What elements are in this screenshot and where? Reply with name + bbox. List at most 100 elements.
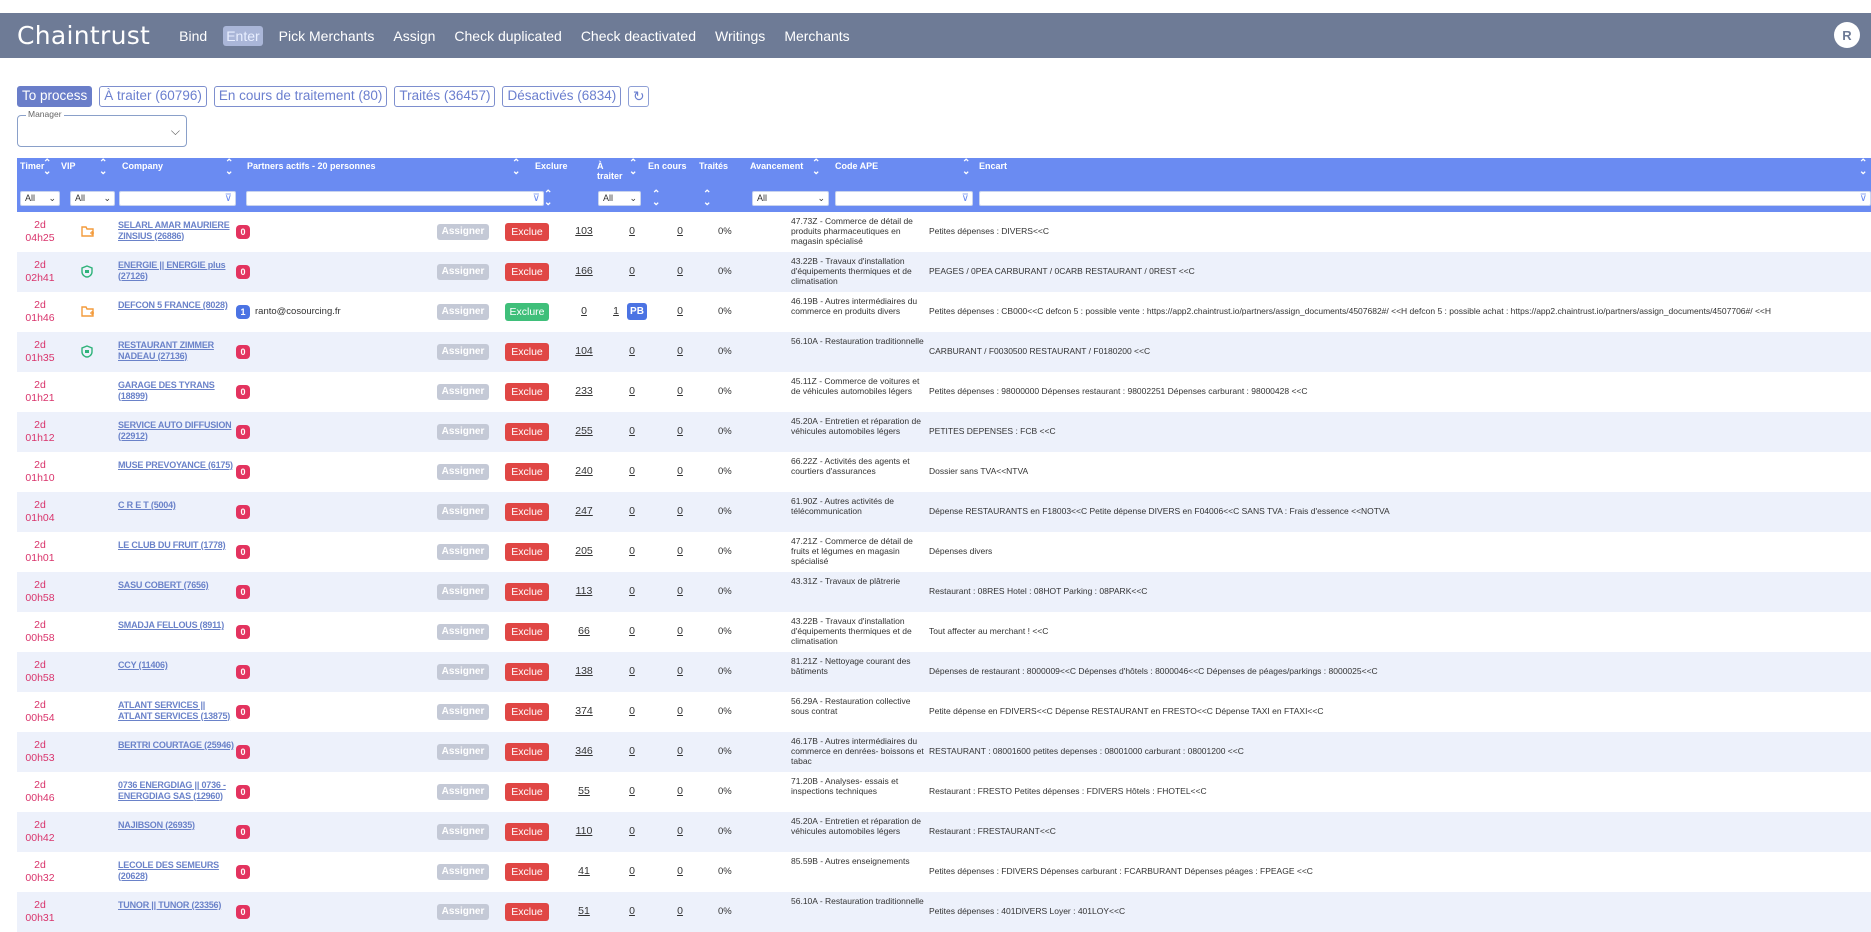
- nav-check-deactivated[interactable]: Check deactivated: [578, 26, 699, 46]
- a-traiter-count[interactable]: 240: [566, 465, 602, 477]
- assign-button[interactable]: Assigner: [437, 424, 489, 440]
- brand-logo[interactable]: Chaintrust: [17, 21, 150, 50]
- nav-pick-merchants[interactable]: Pick Merchants: [276, 26, 378, 46]
- nav-enter[interactable]: Enter: [223, 25, 263, 46]
- sort-icon[interactable]: ⌃ ⌄: [962, 159, 970, 177]
- encart-filter[interactable]: ⊽: [979, 191, 1871, 206]
- exclude-button[interactable]: Exclue: [505, 703, 549, 721]
- a-traiter-count[interactable]: 104: [566, 345, 602, 357]
- exclude-button[interactable]: Exclue: [505, 223, 549, 241]
- assign-button[interactable]: Assigner: [437, 624, 489, 640]
- avancement-filter[interactable]: All ⌄: [752, 191, 829, 206]
- en-cours-count[interactable]: 0: [616, 865, 648, 877]
- a-traiter-count[interactable]: 0: [566, 305, 602, 317]
- nav-check-duplicated[interactable]: Check duplicated: [451, 26, 564, 46]
- partners-filter[interactable]: ⊽: [246, 191, 544, 206]
- en-cours-count[interactable]: 0: [616, 385, 648, 397]
- company-link[interactable]: SELARL AMAR MAURIERE ZINSIUS (26886): [118, 220, 236, 241]
- a-traiter-count[interactable]: 110: [566, 825, 602, 837]
- traites-count[interactable]: 0: [667, 905, 693, 917]
- timer-filter[interactable]: All ⌄: [20, 191, 60, 206]
- company-link[interactable]: C R E T (5004): [118, 500, 236, 511]
- sort-icon[interactable]: ⌃ ⌄: [629, 159, 637, 177]
- traites-count[interactable]: 0: [667, 545, 693, 557]
- traites-count[interactable]: 0: [667, 505, 693, 517]
- assign-button[interactable]: Assigner: [437, 344, 489, 360]
- en-cours-count[interactable]: 0: [616, 665, 648, 677]
- company-link[interactable]: LE CLUB DU FRUIT (1778): [118, 540, 236, 551]
- a-traiter-count[interactable]: 41: [566, 865, 602, 877]
- company-link[interactable]: MUSE PREVOYANCE (6175): [118, 460, 236, 471]
- en-cours-count[interactable]: 0: [616, 625, 648, 637]
- col-traites[interactable]: Traités: [699, 161, 728, 171]
- sort-icon[interactable]: ⌃ ⌄: [652, 190, 660, 208]
- traites-count[interactable]: 0: [667, 305, 693, 317]
- en-cours-count[interactable]: 0: [616, 505, 648, 517]
- a-traiter-count[interactable]: 346: [566, 745, 602, 757]
- tab-to-process[interactable]: To process: [17, 86, 93, 107]
- sort-icon[interactable]: ⌃ ⌄: [43, 159, 51, 177]
- exclude-button[interactable]: Exclue: [505, 863, 549, 881]
- tab-traites[interactable]: Traités (36457): [394, 86, 496, 107]
- en-cours-count[interactable]: 0: [616, 785, 648, 797]
- col-timer[interactable]: Timer: [20, 161, 44, 171]
- assign-button[interactable]: Assigner: [437, 504, 489, 520]
- a-traiter-count[interactable]: 205: [566, 545, 602, 557]
- assign-button[interactable]: Assigner: [437, 784, 489, 800]
- sort-icon[interactable]: ⌃ ⌄: [512, 159, 520, 177]
- company-link[interactable]: CCY (11406): [118, 660, 236, 671]
- tab-a-traiter[interactable]: À traiter (60796): [99, 86, 207, 107]
- a-traiter-count[interactable]: 233: [566, 385, 602, 397]
- company-link[interactable]: SMADJA FELLOUS (8911): [118, 620, 236, 631]
- company-link[interactable]: BERTRI COURTAGE (25946): [118, 740, 236, 751]
- exclude-button[interactable]: Exclue: [505, 583, 549, 601]
- assign-button[interactable]: Assigner: [437, 584, 489, 600]
- assign-button[interactable]: Assigner: [437, 824, 489, 840]
- traites-count[interactable]: 0: [667, 465, 693, 477]
- en-cours-count[interactable]: 0: [616, 705, 648, 717]
- company-link[interactable]: ENERGIE || ENERGIE plus (27126): [118, 260, 236, 281]
- company-link[interactable]: TUNOR || TUNOR (23356): [118, 900, 236, 911]
- exclude-button[interactable]: Exclue: [505, 383, 549, 401]
- a-traiter-count[interactable]: 103: [566, 225, 602, 237]
- assign-button[interactable]: Assigner: [437, 904, 489, 920]
- nav-bind[interactable]: Bind: [176, 26, 210, 46]
- a-traiter-filter[interactable]: All ⌄: [598, 191, 641, 206]
- tab-en-cours[interactable]: En cours de traitement (80): [213, 86, 388, 107]
- exclude-button[interactable]: Exclure: [505, 303, 549, 321]
- exclude-button[interactable]: Exclue: [505, 503, 549, 521]
- a-traiter-count[interactable]: 55: [566, 785, 602, 797]
- en-cours-count[interactable]: 0: [616, 345, 648, 357]
- nav-merchants[interactable]: Merchants: [781, 26, 852, 46]
- nav-assign[interactable]: Assign: [390, 26, 438, 46]
- assign-button[interactable]: Assigner: [437, 744, 489, 760]
- col-partners[interactable]: Partners actifs - 20 personnes: [247, 161, 376, 171]
- traites-count[interactable]: 0: [667, 385, 693, 397]
- traites-count[interactable]: 0: [667, 425, 693, 437]
- tab-desactives[interactable]: Désactivés (6834): [502, 86, 622, 107]
- exclude-button[interactable]: Exclue: [505, 743, 549, 761]
- shield-icon[interactable]: [81, 265, 95, 278]
- a-traiter-count[interactable]: 113: [566, 585, 602, 597]
- assign-button[interactable]: Assigner: [437, 304, 489, 320]
- col-en-cours[interactable]: En cours: [648, 161, 687, 171]
- company-link[interactable]: SERVICE AUTO DIFFUSION (22912): [118, 420, 236, 441]
- traites-count[interactable]: 0: [667, 585, 693, 597]
- company-link[interactable]: SASU COBERT (7656): [118, 580, 236, 591]
- sort-icon[interactable]: ⌃ ⌄: [225, 159, 233, 177]
- user-avatar[interactable]: R: [1834, 22, 1860, 48]
- exclude-button[interactable]: Exclue: [505, 823, 549, 841]
- traites-count[interactable]: 0: [667, 225, 693, 237]
- assign-button[interactable]: Assigner: [437, 264, 489, 280]
- manager-select[interactable]: Manager ⌵: [17, 109, 187, 147]
- exclude-button[interactable]: Exclue: [505, 903, 549, 921]
- assign-button[interactable]: Assigner: [437, 224, 489, 240]
- en-cours-count[interactable]: 0: [616, 425, 648, 437]
- assign-button[interactable]: Assigner: [437, 384, 489, 400]
- traites-count[interactable]: 0: [667, 865, 693, 877]
- en-cours-count[interactable]: 0: [616, 905, 648, 917]
- assign-button[interactable]: Assigner: [437, 704, 489, 720]
- shield-icon[interactable]: [81, 345, 95, 358]
- exclude-button[interactable]: Exclue: [505, 783, 549, 801]
- a-traiter-count[interactable]: 51: [566, 905, 602, 917]
